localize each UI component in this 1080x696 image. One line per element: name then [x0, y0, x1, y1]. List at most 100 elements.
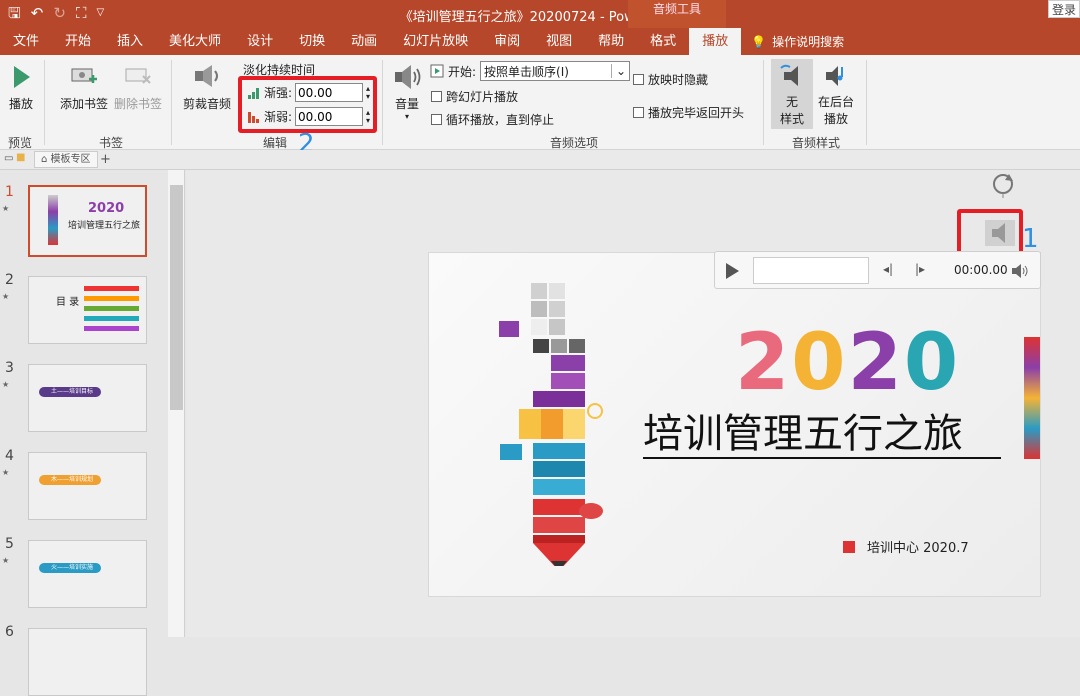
player-play-icon[interactable]: [724, 262, 740, 280]
tab-file[interactable]: 文件: [0, 28, 52, 55]
slide-number-4: 4: [5, 448, 14, 464]
play-label: 播放: [8, 97, 33, 111]
background-label-2: 播放: [823, 112, 848, 126]
no-style-button[interactable]: 无 样式: [771, 59, 813, 129]
slide-thumbnail-3[interactable]: 土——培训目标: [28, 364, 147, 432]
template-tab-label: 模板专区: [50, 154, 91, 165]
animation-star-icon: ★: [2, 556, 10, 565]
start-label: 开始:: [448, 64, 477, 79]
thumb-1-year: 2020: [88, 201, 125, 216]
tab-slideshow[interactable]: 幻灯片放映: [390, 28, 481, 55]
slide-number-6: 6: [5, 624, 14, 640]
add-tab-icon[interactable]: +: [100, 152, 111, 167]
animation-star-icon: ★: [2, 468, 10, 477]
play-icon: [14, 66, 30, 88]
slide-number-5: 5: [5, 536, 14, 552]
slide-thumbnail-6[interactable]: [28, 628, 147, 696]
group-audio-styles-label: 音频样式: [791, 136, 840, 150]
tab-help[interactable]: 帮助: [585, 28, 637, 55]
tab-playback[interactable]: 播放: [689, 28, 742, 55]
background-play-icon: [826, 66, 843, 86]
login-button[interactable]: 登录: [1048, 0, 1080, 18]
folder-icon[interactable]: ■: [16, 152, 25, 163]
start-select-value: 按照单击顺序(I): [484, 64, 569, 79]
thumb-3-title: 土——培训目标: [39, 387, 101, 397]
move-forward-icon[interactable]: |▸: [915, 262, 925, 276]
slide-footer: 培训中心 2020.7: [843, 537, 969, 556]
tab-home[interactable]: 开始: [52, 28, 104, 55]
slide-number-1: 1: [5, 184, 14, 200]
template-bar: ▭ ■ ⌂ 模板专区 +: [0, 150, 1080, 170]
background-label-1: 在后台: [817, 95, 854, 109]
thumb-5-title: 火——培训实施: [39, 563, 101, 573]
start-select[interactable]: 按照单击顺序(I) ⌄: [480, 61, 631, 81]
thumb-4-title: 木——培训规划: [39, 475, 101, 485]
no-style-icon: [780, 64, 798, 86]
footer-text: 培训中心 2020.7: [867, 541, 969, 556]
seek-bar[interactable]: [753, 257, 869, 284]
document-title: 《培训管理五行之旅》20200724 - PowerPoint: [399, 10, 681, 25]
add-bookmark-label: 添加书签: [59, 97, 108, 111]
add-bookmark-button[interactable]: 添加书签: [58, 63, 110, 112]
rewind-label: 播放完毕返回开头: [648, 106, 745, 120]
highlight-audio-icon-box: [957, 209, 1023, 255]
current-slide[interactable]: 2020 2020 培训管理五行之旅 培训中心 2020.7: [428, 252, 1041, 597]
hide-during-show-checkbox[interactable]: 放映时隐藏: [633, 71, 708, 88]
trim-audio-label: 剪裁音频: [182, 97, 231, 111]
animation-star-icon: ★: [2, 204, 10, 213]
slide-year: 2020: [735, 318, 961, 408]
play-button[interactable]: 播放: [4, 63, 38, 112]
slide-thumbnail-2[interactable]: 目 录: [28, 276, 147, 344]
play-in-background-button[interactable]: 在后台 播放: [815, 63, 857, 127]
rewind-checkbox[interactable]: 播放完毕返回开头: [633, 104, 744, 121]
slide-thumbnail-4[interactable]: 木——培训规划: [28, 452, 147, 520]
template-tab[interactable]: ⌂ 模板专区: [34, 151, 98, 168]
tab-format[interactable]: 格式: [637, 28, 689, 55]
group-editing-label: 编辑: [262, 136, 287, 150]
start-control: 开始: 按照单击顺序(I) ⌄: [430, 61, 631, 81]
home-icon: ⌂: [41, 154, 48, 165]
hide-label: 放映时隐藏: [648, 73, 709, 87]
player-volume-icon[interactable]: [1011, 263, 1029, 279]
volume-button[interactable]: 音量 ▾: [388, 63, 426, 121]
remove-bookmark-icon: [125, 68, 151, 84]
chevron-down-icon: ⌄: [610, 64, 626, 78]
loop-checkbox[interactable]: 循环播放，直到停止: [431, 111, 554, 128]
animation-star-icon: ★: [2, 292, 10, 301]
start-icon: [430, 64, 444, 78]
rotate-handle-icon[interactable]: [989, 170, 1019, 198]
tab-transitions[interactable]: 切换: [286, 28, 338, 55]
cross-slides-checkbox[interactable]: 跨幻灯片播放: [431, 88, 518, 105]
tab-view[interactable]: 视图: [533, 28, 585, 55]
tab-insert[interactable]: 插入: [104, 28, 156, 55]
annotation-number-1: 1: [1022, 224, 1039, 254]
tab-design[interactable]: 设计: [234, 28, 286, 55]
volume-dropdown-icon: ▾: [404, 112, 409, 121]
trim-audio-icon: [195, 65, 218, 87]
lightbulb-icon: 💡: [751, 34, 767, 49]
tab-animations[interactable]: 动画: [338, 28, 390, 55]
ribbon: 播放 预览 添加书签 删除书签 书签 剪裁音频 淡化持续时间 渐强: ▴▾ 渐弱…: [0, 55, 1080, 159]
slide-thumbnail-1[interactable]: 2020 培训管理五行之旅: [28, 185, 147, 257]
cross-slides-label: 跨幻灯片播放: [446, 90, 519, 104]
tell-me-label: 操作说明搜索: [772, 35, 845, 49]
tab-beautify[interactable]: 美化大师: [156, 28, 234, 55]
thumbnail-scroll-thumb[interactable]: [170, 185, 183, 410]
slide-thumbnail-pane: 1 ★ 2020 培训管理五行之旅 2 ★ 目 录 3 ★ 土——培训目标 4 …: [0, 170, 185, 696]
footer-marker-icon: [843, 540, 855, 553]
move-back-icon[interactable]: ◂|: [883, 262, 893, 276]
no-style-label-1: 无: [785, 95, 798, 109]
file-icon[interactable]: ▭: [4, 153, 13, 164]
audio-player-bar: ◂| |▸ 00:00.00: [714, 251, 1041, 289]
ribbon-tabs: 文件 开始 插入 美化大师 设计 切换 动画 幻灯片放映 审阅 视图 帮助 格式…: [0, 28, 1080, 55]
slide-thumbnail-5[interactable]: 火——培训实施: [28, 540, 147, 608]
title-bar: 🖫 ↶ ↻ ⛶ ▽ 《培训管理五行之旅》20200724 - PowerPoin…: [0, 0, 1080, 28]
tab-review[interactable]: 审阅: [481, 28, 533, 55]
remove-bookmark-button[interactable]: 删除书签: [112, 63, 164, 112]
tell-me-search[interactable]: 💡 操作说明搜索: [741, 33, 844, 50]
trim-audio-button[interactable]: 剪裁音频: [180, 63, 234, 112]
animation-star-icon: ★: [2, 380, 10, 389]
group-audio-options-label: 音频选项: [549, 136, 598, 150]
pencil-graphic: [48, 195, 58, 245]
side-pattern: [1024, 337, 1040, 459]
